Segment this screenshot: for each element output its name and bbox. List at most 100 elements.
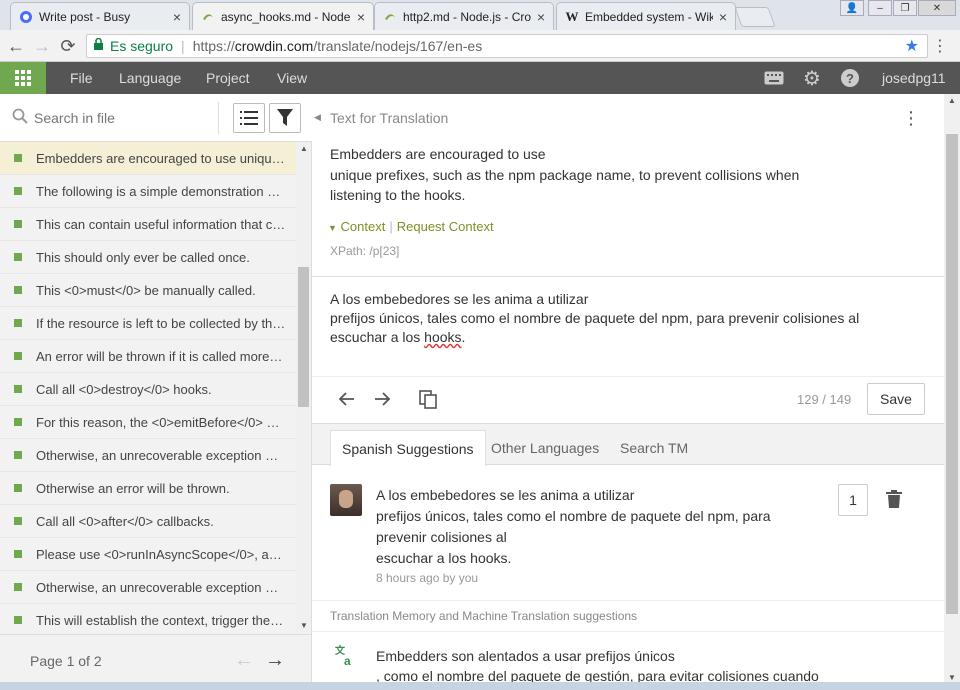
filter-button[interactable]	[269, 103, 301, 133]
close-icon[interactable]: ×	[173, 9, 181, 25]
list-item[interactable]: For this reason, the <0>emitBefore</0> a…	[0, 406, 296, 439]
status-dot	[14, 517, 22, 525]
editor-scrollbar[interactable]: ▲ ▼	[944, 94, 960, 690]
busy-icon	[19, 10, 33, 24]
scrollbar-thumb[interactable]	[298, 267, 309, 407]
browser-tab-busy[interactable]: Write post - Busy ×	[10, 2, 190, 30]
menu-file[interactable]: File	[70, 62, 93, 94]
close-icon[interactable]: ×	[357, 9, 365, 25]
tab-spanish-suggestions[interactable]: Spanish Suggestions	[330, 430, 486, 466]
string-counter: 129 / 149	[797, 392, 852, 407]
scrollbar-thumb[interactable]	[946, 134, 958, 614]
crowdin-icon	[201, 10, 215, 24]
tm-suggestion[interactable]: Embedders son alentados a usar prefijos …	[376, 646, 836, 686]
scroll-up-icon[interactable]: ▲	[300, 144, 308, 153]
list-item[interactable]: This can contain useful information that…	[0, 208, 296, 241]
next-page-icon[interactable]: →	[265, 649, 285, 672]
menu-language[interactable]: Language	[119, 62, 181, 94]
list-item[interactable]: Call all <0>destroy</0> hooks.	[0, 373, 296, 406]
next-string-icon[interactable]	[371, 388, 393, 410]
list-item[interactable]: An error will be thrown if it is called …	[0, 340, 296, 373]
editor-panel: ◀ Text for Translation ⋮ Embedders are e…	[312, 94, 960, 690]
page-label: Page 1 of 2	[30, 653, 102, 669]
string-text: For this reason, the <0>emitBefore</0> a…	[36, 414, 286, 430]
prev-string-icon[interactable]	[336, 388, 358, 410]
app-grid-icon[interactable]	[0, 62, 46, 94]
list-view-button[interactable]	[233, 103, 265, 133]
divider	[312, 631, 944, 632]
list-item[interactable]: This <0>must</0> be manually called.	[0, 274, 296, 307]
scroll-down-icon[interactable]: ▼	[300, 621, 308, 630]
translation-textarea[interactable]: A los embebedores se les anima a utiliza…	[330, 290, 890, 347]
list-item[interactable]: The following is a simple demonstration …	[0, 175, 296, 208]
misspelled-word: hooks	[424, 329, 462, 345]
trash-icon[interactable]	[886, 490, 902, 508]
address-divider: |	[181, 38, 185, 54]
list-item[interactable]: Otherwise an error will be thrown.	[0, 472, 296, 505]
scroll-up-icon[interactable]: ▲	[948, 96, 956, 105]
source-header: Text for Translation	[330, 110, 449, 126]
list-item[interactable]: This should only ever be called once.	[0, 241, 296, 274]
reload-icon[interactable]: ⟳	[58, 36, 78, 56]
save-button[interactable]: Save	[867, 383, 925, 415]
back-arrow-icon[interactable]: ←	[6, 36, 26, 56]
browser-menu-icon[interactable]: ⋮	[932, 36, 948, 56]
list-item[interactable]: Please use <0>runInAsyncScope</0>, as it…	[0, 538, 296, 571]
string-text: Otherwise, an unrecoverable exception wi…	[36, 579, 286, 595]
context-toggle[interactable]: Context	[341, 219, 386, 234]
list-item[interactable]: If the resource is left to be collected …	[0, 307, 296, 340]
avatar	[330, 484, 362, 516]
help-icon[interactable]: ?	[840, 69, 860, 87]
string-text: The following is a simple demonstration …	[36, 183, 286, 199]
tm-line: Embedders son alentados a usar prefijos …	[376, 648, 675, 664]
username[interactable]: josedpg11	[882, 62, 946, 94]
bookmark-star-icon[interactable]: ★	[905, 36, 919, 56]
browser-tab-wikipedia[interactable]: W Embedded system - Wikipedia ×	[556, 2, 736, 30]
translate-icon: 文a	[335, 644, 351, 666]
app-header: File Language Project View ⚙ ? josedpg11	[0, 62, 960, 94]
lock-icon	[93, 37, 104, 54]
list-item[interactable]: This will establish the context, trigger…	[0, 604, 296, 632]
tab-search-tm[interactable]: Search TM	[609, 430, 699, 466]
svg-text:?: ?	[846, 71, 854, 86]
browser-tab-async-hooks[interactable]: async_hooks.md - Node.js ×	[192, 2, 374, 31]
divider	[312, 276, 944, 277]
user-suggestion[interactable]: A los embebedores se les anima a utiliza…	[376, 485, 796, 569]
address-bar[interactable]: Es seguro | https://crowdin.com/translat…	[86, 34, 928, 58]
new-tab-button[interactable]	[734, 7, 776, 27]
browser-tab-http2[interactable]: http2.md - Node.js - Crowdin ×	[374, 2, 554, 30]
forward-arrow-icon[interactable]: →	[32, 36, 52, 56]
prev-page-icon[interactable]: ←	[234, 649, 254, 672]
link-divider: |	[389, 219, 393, 234]
search-input[interactable]	[34, 106, 214, 130]
tab-other-languages[interactable]: Other Languages	[480, 430, 610, 466]
status-dot	[14, 319, 22, 327]
copy-source-icon[interactable]	[417, 388, 439, 410]
more-options-icon[interactable]: ⋮	[902, 108, 920, 129]
restore-icon[interactable]: ❐	[893, 0, 917, 16]
crowdin-icon	[383, 10, 397, 24]
menu-project[interactable]: Project	[206, 62, 250, 94]
user-profile-icon[interactable]: 👤	[840, 0, 864, 16]
collapse-left-icon[interactable]: ◀	[314, 112, 321, 123]
keyboard-icon[interactable]	[764, 69, 784, 87]
string-list-scrollbar[interactable]: ▲ ▼	[296, 142, 311, 632]
request-context-link[interactable]: Request Context	[397, 219, 494, 234]
close-icon[interactable]: ×	[537, 9, 545, 25]
window-close-icon[interactable]: ✕	[918, 0, 956, 16]
list-icon	[240, 111, 258, 125]
list-item[interactable]: Call all <0>after</0> callbacks.	[0, 505, 296, 538]
vote-count-button[interactable]: 1	[838, 484, 868, 516]
scroll-down-icon[interactable]: ▼	[948, 673, 956, 682]
list-item[interactable]: Embedders are encouraged to use unique p…	[0, 142, 296, 175]
list-item[interactable]: Otherwise, an unrecoverable exception wi…	[0, 571, 296, 604]
source-line: listening to the hooks.	[330, 187, 466, 203]
context-links: ▼ Context | Request Context	[328, 219, 494, 234]
close-icon[interactable]: ×	[719, 9, 727, 25]
translation-line: escuchar a los hooks.	[330, 328, 890, 347]
minimize-icon[interactable]: –	[868, 0, 892, 16]
status-dot	[14, 154, 22, 162]
menu-view[interactable]: View	[277, 62, 307, 94]
list-item[interactable]: Otherwise, an unrecoverable exception wi…	[0, 439, 296, 472]
gear-icon[interactable]: ⚙	[802, 68, 822, 90]
